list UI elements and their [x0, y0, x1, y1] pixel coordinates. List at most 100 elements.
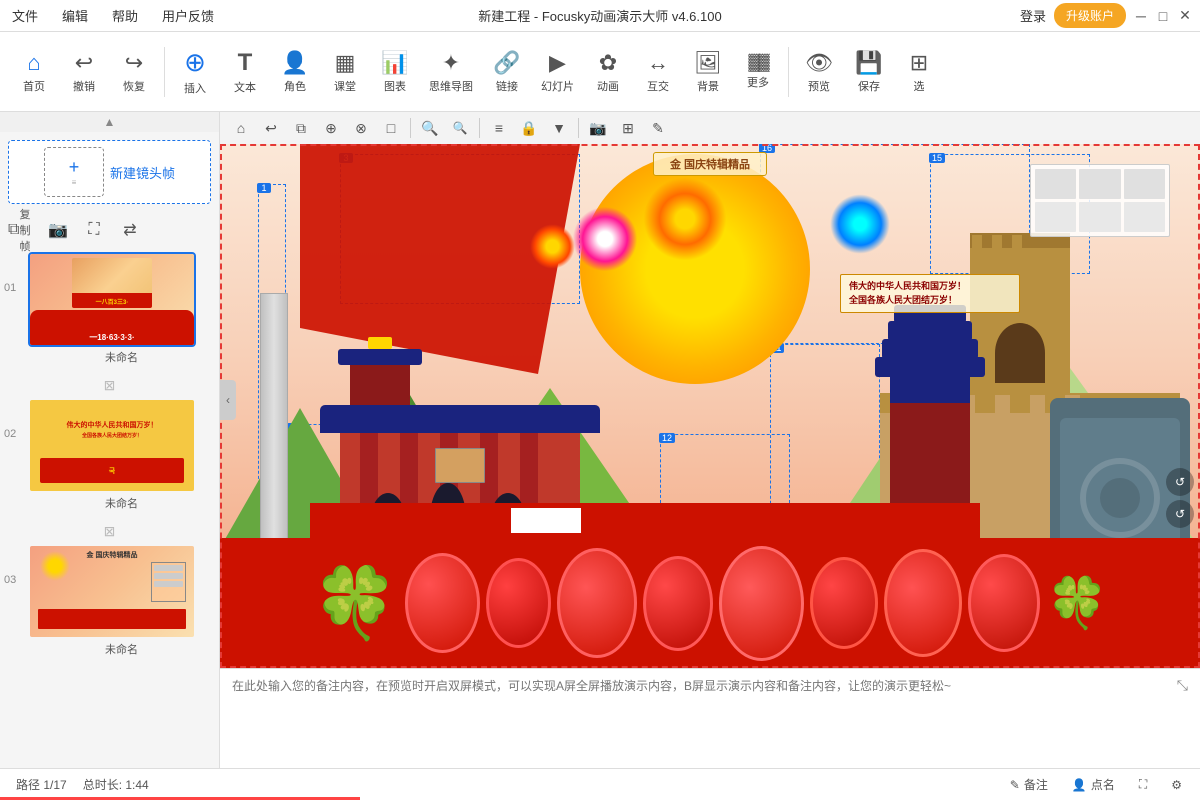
tool-background-label: 背景 — [697, 78, 719, 94]
tool-text-label: 文本 — [234, 79, 256, 95]
select-icon: ⊞ — [910, 50, 928, 76]
canvas-home-button[interactable]: ⌂ — [228, 115, 254, 141]
collapse-panel-button[interactable]: ‹ — [220, 380, 236, 420]
tool-redo-label: 恢复 — [123, 78, 145, 94]
canvas-delete-button[interactable]: ⊗ — [348, 115, 374, 141]
statusbar: 路径 1/17 总时长: 1:44 ✎ 备注 👤 点名 ⛶ ⚙ — [0, 768, 1200, 800]
swap-icon: ⇄ — [123, 220, 136, 240]
new-frame-button[interactable]: + ≡ 新建镜头帧 — [8, 140, 211, 204]
tool-text[interactable]: T 文本 — [221, 45, 269, 99]
tool-classroom[interactable]: ▦ 课堂 — [321, 46, 369, 98]
scroll-up-button[interactable]: ▲ — [0, 112, 219, 132]
slide-thumb-wrapper-3: 金 国庆特辑精品 未命名 — [28, 544, 215, 657]
app-title: 新建工程 - Focusky动画演示大师 v4.6.100 — [478, 6, 721, 25]
canvas-list-button[interactable]: ≡ — [486, 115, 512, 141]
toolbar: ⌂ 首页 ↩ 撤销 ↪ 恢复 ⊕ 插入 T 文本 👤 角色 ▦ 课堂 📊 图表 … — [0, 32, 1200, 112]
fullscreen-button[interactable]: ⛶ — [80, 216, 108, 244]
canvas-add-button[interactable]: ⊕ — [318, 115, 344, 141]
tool-undo[interactable]: ↩ 撤销 — [60, 46, 108, 98]
tool-home-label: 首页 — [23, 78, 45, 94]
slide-name-1: 未命名 — [28, 349, 215, 365]
canvas-zoomin-button[interactable]: 🔍 — [417, 115, 443, 141]
points-button[interactable]: 👤 点名 — [1066, 774, 1121, 795]
slide-thumb-wrapper-1: 一八百3三3· 一18·63·3·3· 未命名 — [28, 252, 215, 365]
menu-feedback[interactable]: 用户反馈 — [158, 2, 218, 29]
tool-save[interactable]: 💾 保存 — [845, 46, 893, 98]
link-icon: 🔗 — [493, 50, 520, 76]
tool-preview[interactable]: 👁 预览 — [795, 46, 843, 98]
notes-expand-button[interactable]: ⤡ — [1177, 677, 1188, 694]
canvas-toolbar-divider-2 — [479, 118, 480, 138]
notes-icon: ✎ — [1010, 778, 1020, 792]
notes-input[interactable] — [232, 677, 1177, 760]
celebration-text-overlay: 伟大的中华人民共和国万岁！ 全国各族人民大团结万岁！ — [840, 274, 1020, 313]
canvas-toolbar-divider-1 — [410, 118, 411, 138]
firework-4 — [530, 224, 575, 269]
tool-chart[interactable]: 📊 图表 — [371, 46, 419, 98]
tool-interact[interactable]: ↔ 互交 — [634, 46, 682, 98]
menu-edit[interactable]: 编辑 — [58, 2, 92, 29]
canvas-lock-button[interactable]: 🔒 — [516, 115, 542, 141]
menu-help[interactable]: 帮助 — [108, 2, 142, 29]
tool-redo[interactable]: ↪ 恢复 — [110, 46, 158, 98]
tool-insert[interactable]: ⊕ 插入 — [171, 43, 219, 100]
tiananmen-tower — [350, 365, 410, 405]
canvas-copy-button[interactable]: ⧉ — [288, 115, 314, 141]
tool-select[interactable]: ⊞ 选 — [895, 46, 943, 98]
close-button[interactable]: ✕ — [1178, 9, 1192, 23]
tool-animation[interactable]: ✿ 动画 — [584, 46, 632, 98]
copy-frame-button[interactable]: ⧉ 复制帧 — [8, 216, 36, 244]
slide-item-2[interactable]: 02 伟大的中华人民共和国万岁！ 全国各族人民大团结万岁！ 국 — [4, 398, 215, 511]
notes-area: ⤡ — [220, 668, 1200, 768]
tool-more-label: 更多 — [747, 74, 769, 90]
firework-2 — [570, 204, 640, 274]
slide-item-1[interactable]: 01 一八百3三3· 一18·63·3·3· — [4, 252, 215, 365]
notes-button[interactable]: ✎ 备注 — [1004, 774, 1054, 795]
canvas-dropdown-button[interactable]: ▼ — [546, 115, 572, 141]
upgrade-button[interactable]: 升级账户 — [1054, 3, 1126, 28]
tool-background[interactable]: 🖼 背景 — [684, 46, 732, 98]
settings-status-button[interactable]: ⚙ — [1165, 776, 1188, 794]
interact-icon: ↔ — [647, 50, 669, 76]
insert-icon: ⊕ — [184, 47, 206, 78]
top-header-text: 金 国庆特辑精品 — [653, 152, 767, 176]
canvas-zoomout-button[interactable]: 🔍 — [447, 115, 473, 141]
canvas-camera-button[interactable]: 📷 — [585, 115, 611, 141]
slide-thumbnail-1[interactable]: 一八百3三3· 一18·63·3·3· — [28, 252, 196, 347]
undo-icon: ↩ — [75, 50, 93, 76]
canvas-undo-button[interactable]: ↩ — [258, 115, 284, 141]
canvas-frame-button[interactable]: □ — [378, 115, 404, 141]
red-scrolls-row: 🍀 🍀 — [220, 538, 1200, 668]
slide-thumbnail-3[interactable]: 金 国庆特辑精品 — [28, 544, 196, 639]
pillar-element — [260, 293, 288, 553]
swap-button[interactable]: ⇄ — [116, 216, 144, 244]
tool-slideshow[interactable]: ▶ 幻灯片 — [533, 46, 582, 98]
new-frame-label: 新建镜头帧 — [110, 163, 175, 182]
minimize-button[interactable]: ─ — [1134, 9, 1148, 23]
chevron-left-icon: ‹ — [226, 393, 230, 407]
slide-thumbnail-2[interactable]: 伟大的中华人民共和国万岁！ 全国各族人民大团结万岁！ 국 — [28, 398, 196, 493]
tool-home[interactable]: ⌂ 首页 — [10, 46, 58, 98]
duration-status: 总时长: 1:44 — [83, 776, 149, 793]
tool-mindmap[interactable]: ✦ 思维导图 — [421, 46, 481, 98]
canvas-pen-button[interactable]: ✎ — [645, 115, 671, 141]
slide-name-3: 未命名 — [28, 641, 215, 657]
canvas-grid-button[interactable]: ⊞ — [615, 115, 641, 141]
camera-button[interactable]: 📷 — [44, 216, 72, 244]
restore-button[interactable]: □ — [1156, 9, 1170, 23]
great-wall-tower — [970, 233, 1070, 393]
tool-character[interactable]: 👤 角色 — [271, 46, 319, 98]
tool-more[interactable]: ▓▓ 更多 — [734, 50, 782, 94]
slide-name-2: 未命名 — [28, 495, 215, 511]
points-icon: 👤 — [1072, 778, 1087, 792]
fullscreen-status-button[interactable]: ⛶ — [1133, 775, 1153, 794]
redo-icon: ↪ — [125, 50, 143, 76]
divider-icon: ⊠ — [104, 377, 116, 394]
menu-file[interactable]: 文件 — [8, 2, 42, 29]
tool-classroom-label: 课堂 — [334, 78, 356, 94]
slide-item-3[interactable]: 03 金 国庆特辑精品 — [4, 544, 215, 657]
tool-link[interactable]: 🔗 链接 — [483, 46, 531, 98]
save-icon: 💾 — [855, 50, 882, 76]
login-button[interactable]: 登录 — [1020, 6, 1046, 25]
canvas-content[interactable]: 金 国庆特辑精品 伟大的中华人民共和国万岁！ 全国各族人民大团结万岁！ — [220, 144, 1200, 668]
